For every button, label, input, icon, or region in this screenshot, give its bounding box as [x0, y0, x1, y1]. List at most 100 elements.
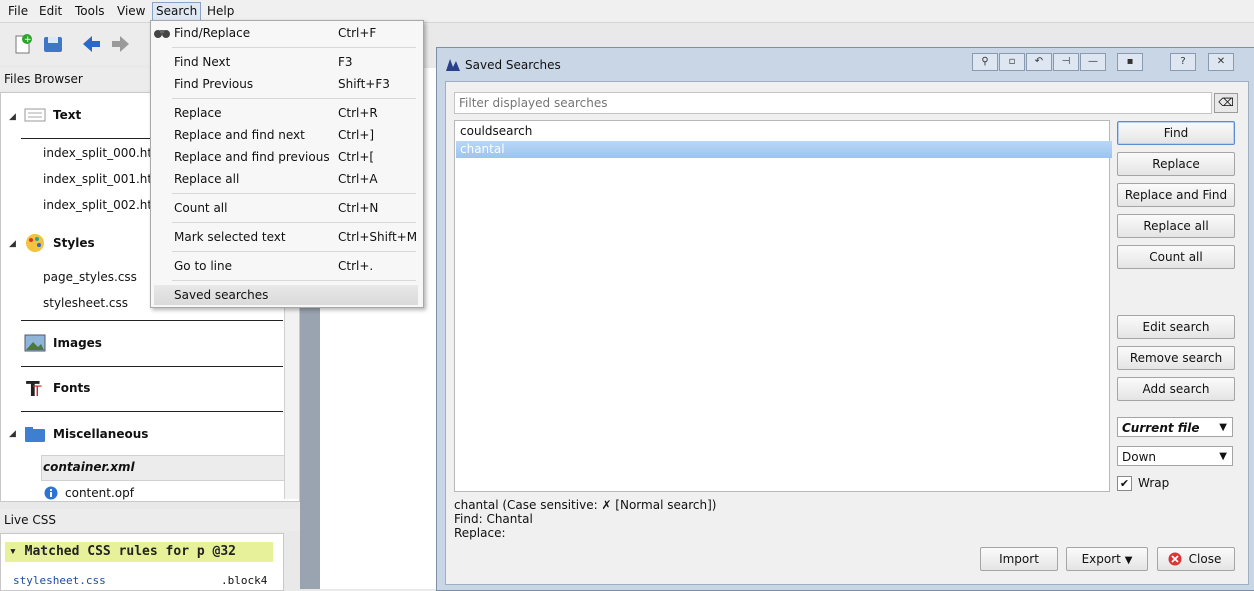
section-miscellaneous[interactable]: Miscellaneous: [21, 412, 283, 457]
count-all-button[interactable]: Count all: [1117, 245, 1235, 269]
file-item[interactable]: stylesheet.css: [43, 296, 128, 310]
search-find-text: Find: Chantal: [454, 512, 533, 526]
close-circle-icon: [1168, 552, 1182, 566]
where-select[interactable]: Current file ▼: [1117, 417, 1233, 437]
search-replace-text: Replace:: [454, 526, 506, 540]
menu-item-count-all[interactable]: Count all Ctrl+N: [151, 198, 423, 218]
search-summary: chantal (Case sensitive: ✗ [Normal searc…: [454, 498, 717, 512]
menu-separator: [172, 47, 416, 48]
list-item-selected[interactable]: chantal: [456, 141, 1112, 158]
filter-input[interactable]: [454, 92, 1212, 114]
menu-item-replace-and-find-next[interactable]: Replace and find next Ctrl+]: [151, 125, 423, 145]
import-button[interactable]: Import: [980, 547, 1058, 571]
clear-filter-icon[interactable]: ⌫: [1214, 93, 1238, 113]
menu-item-shortcut: Shift+F3: [338, 77, 390, 91]
list-item[interactable]: couldsearch: [456, 123, 1112, 140]
pin-icon[interactable]: ⚲: [972, 53, 998, 71]
section-label: Text: [53, 108, 82, 122]
folder-icon: [25, 427, 45, 442]
export-button[interactable]: Export ▼: [1066, 547, 1148, 571]
help-icon[interactable]: ?: [1170, 53, 1196, 71]
menu-item-label: Saved searches: [174, 288, 269, 302]
menu-file[interactable]: File: [5, 3, 31, 20]
window-menu-icon[interactable]: ▫: [999, 53, 1025, 71]
replace-all-button[interactable]: Replace all: [1117, 214, 1235, 238]
menu-item-find-previous[interactable]: Find Previous Shift+F3: [151, 74, 423, 94]
replace-and-find-button[interactable]: Replace and Find: [1117, 183, 1235, 207]
file-item[interactable]: page_styles.css: [43, 270, 137, 284]
direction-select[interactable]: Down ▼: [1117, 446, 1233, 466]
menu-search[interactable]: Search: [152, 2, 202, 21]
menu-item-replace-all[interactable]: Replace all Ctrl+A: [151, 169, 423, 189]
menu-item-replace[interactable]: Replace Ctrl+R: [151, 103, 423, 123]
menu-item-label: Replace: [174, 106, 222, 120]
menu-item-replace-and-find-previous[interactable]: Replace and find previous Ctrl+[: [151, 147, 423, 167]
file-item[interactable]: index_split_002.htm: [43, 198, 164, 212]
menu-item-shortcut: Ctrl+F: [338, 26, 377, 40]
chevron-down-icon: ▼: [1219, 422, 1227, 433]
replace-button[interactable]: Replace: [1117, 152, 1235, 176]
export-label: Export: [1081, 552, 1121, 566]
section-images[interactable]: Images: [21, 320, 283, 367]
menu-item-shortcut: Ctrl+N: [338, 201, 379, 215]
saved-searches-dialog: Saved Searches ⚲ ▫ ↶ ⊣ — ▪ ? ✕ ⌫ couldse…: [436, 47, 1254, 591]
menu-item-find-next[interactable]: Find Next F3: [151, 52, 423, 72]
forward-arrow-icon[interactable]: [110, 33, 132, 55]
shade-icon[interactable]: —: [1080, 53, 1106, 71]
close-icon[interactable]: ✕: [1208, 53, 1234, 71]
expand-triangle-icon[interactable]: ◢: [9, 112, 16, 122]
matched-rules-header[interactable]: ▾ Matched CSS rules for p @32: [5, 542, 273, 562]
css-file-link[interactable]: stylesheet.css: [13, 574, 106, 587]
live-css-title: Live CSS: [0, 509, 302, 531]
dialog-titlebar[interactable]: Saved Searches ⚲ ▫ ↶ ⊣ — ▪ ? ✕: [437, 48, 1254, 81]
minimize-icon[interactable]: ▪: [1117, 53, 1143, 71]
file-item[interactable]: container.xml: [43, 460, 135, 474]
svg-text:T: T: [32, 384, 42, 398]
close-button[interactable]: Close: [1157, 547, 1235, 571]
section-label: Fonts: [53, 381, 91, 395]
file-item[interactable]: content.opf: [65, 486, 134, 500]
menu-item-find-replace[interactable]: Find/Replace Ctrl+F: [151, 23, 423, 43]
menu-item-mark-selected-text[interactable]: Mark selected text Ctrl+Shift+M: [151, 227, 423, 247]
new-file-icon[interactable]: +: [12, 33, 34, 55]
menu-view[interactable]: View: [114, 3, 148, 20]
svg-text:+: +: [24, 35, 32, 45]
section-label: Styles: [53, 236, 95, 250]
menu-separator: [172, 98, 416, 99]
menu-item-label: Mark selected text: [174, 230, 286, 244]
remove-search-button[interactable]: Remove search: [1117, 346, 1235, 370]
menu-item-go-to-line[interactable]: Go to line Ctrl+.: [151, 256, 423, 276]
menu-item-shortcut: Ctrl+]: [338, 128, 375, 142]
section-fonts[interactable]: TT Fonts: [21, 366, 283, 412]
menu-separator: [172, 222, 416, 223]
menu-help[interactable]: Help: [204, 3, 237, 20]
rollup-icon[interactable]: ↶: [1026, 53, 1052, 71]
edit-search-button[interactable]: Edit search: [1117, 315, 1235, 339]
palette-icon: [26, 234, 44, 252]
wrap-label: Wrap: [1138, 476, 1170, 490]
file-item[interactable]: index_split_001.htm: [43, 172, 164, 186]
file-item[interactable]: index_split_000.htm: [43, 146, 164, 160]
menu-tools[interactable]: Tools: [72, 3, 108, 20]
menu-item-shortcut: Ctrl+.: [338, 259, 374, 273]
section-label: Images: [53, 336, 102, 350]
add-search-button[interactable]: Add search: [1117, 377, 1235, 401]
wrap-checkbox[interactable]: ✔: [1117, 476, 1132, 491]
menu-edit[interactable]: Edit: [36, 3, 65, 20]
expand-triangle-icon[interactable]: ◢: [9, 429, 16, 439]
back-arrow-icon[interactable]: [80, 33, 102, 55]
section-label: Miscellaneous: [53, 427, 149, 441]
menu-item-shortcut: F3: [338, 55, 353, 69]
menu-item-saved-searches[interactable]: Saved searches: [154, 285, 418, 305]
binoculars-icon: [154, 30, 170, 38]
keep-above-icon[interactable]: ⊣: [1053, 53, 1079, 71]
text-icon: [24, 108, 46, 122]
expand-triangle-icon[interactable]: ◢: [9, 239, 16, 249]
menu-item-label: Count all: [174, 201, 228, 215]
menu-separator: [172, 280, 416, 281]
menu-separator: [172, 251, 416, 252]
info-icon: [44, 486, 58, 500]
menu-item-shortcut: Ctrl+Shift+M: [338, 230, 418, 244]
save-icon[interactable]: [42, 33, 64, 55]
find-button[interactable]: Find: [1117, 121, 1235, 145]
